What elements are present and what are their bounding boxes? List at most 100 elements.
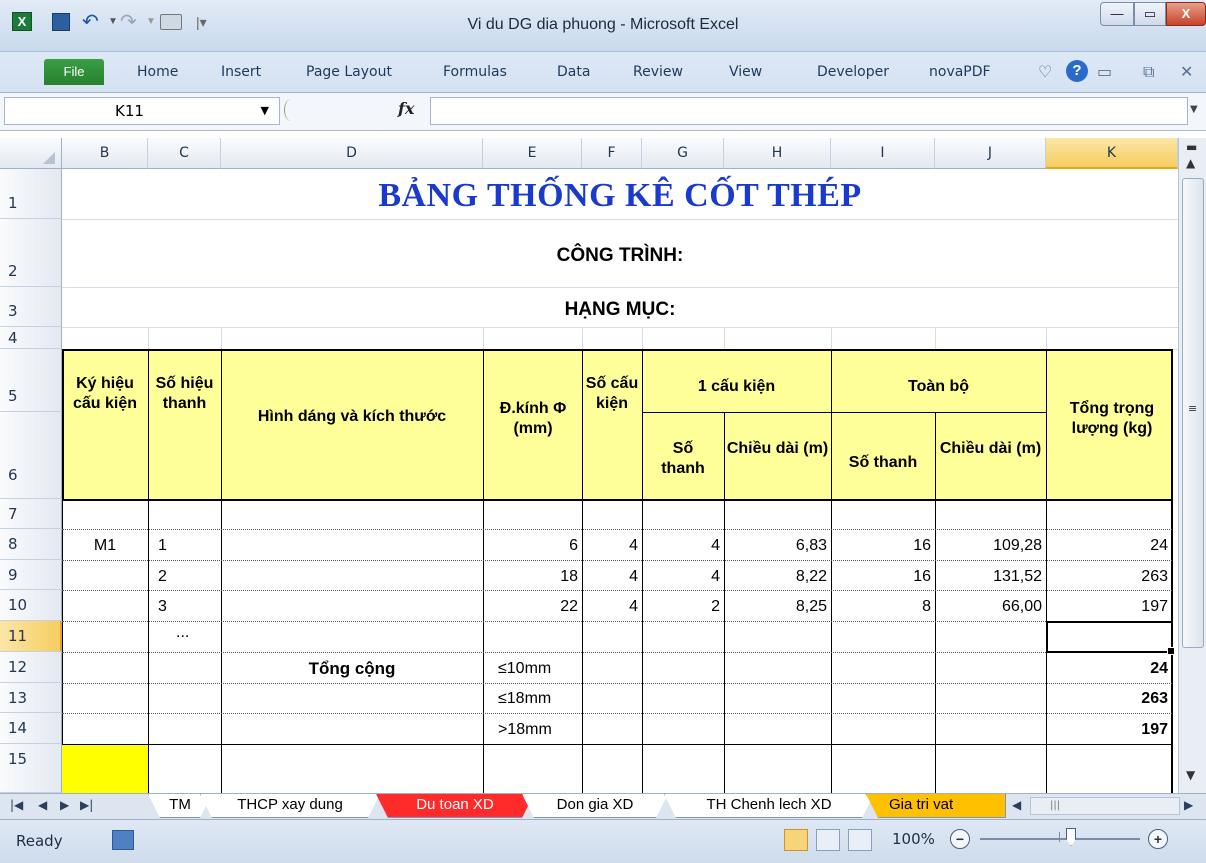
column-header-h[interactable]: H <box>724 138 831 169</box>
tab-insert[interactable]: Insert <box>221 64 261 80</box>
row-header-2[interactable]: 2 <box>0 219 62 287</box>
cell-c11[interactable]: ... <box>176 624 189 642</box>
name-box[interactable]: K11 ▼ <box>4 97 280 125</box>
doc-minimize-icon[interactable]: ▭ <box>1097 62 1112 81</box>
row-header-11[interactable]: 11 <box>0 621 62 652</box>
zoom-slider-track[interactable] <box>980 838 1140 840</box>
tab-view[interactable]: View <box>729 64 762 80</box>
cell-c8[interactable]: 1 <box>158 537 167 555</box>
total-label[interactable]: Tổng cộng <box>221 659 483 679</box>
help-icon[interactable]: ? <box>1066 60 1088 82</box>
column-header-d[interactable]: D <box>221 138 483 169</box>
tab-home[interactable]: Home <box>137 64 178 80</box>
cell-j9[interactable]: 131,52 <box>935 568 1042 586</box>
cell-e8[interactable]: 6 <box>502 537 578 555</box>
tab-review[interactable]: Review <box>633 64 683 80</box>
cell-c10[interactable]: 3 <box>158 598 167 616</box>
sheet-tab-du-toan-xd[interactable]: Du toan XD <box>376 794 534 818</box>
row-header-7[interactable]: 7 <box>0 499 62 529</box>
row-header-13[interactable]: 13 <box>0 683 62 713</box>
first-sheet-icon[interactable]: |◀ <box>10 798 23 812</box>
cell-i9[interactable]: 16 <box>831 568 931 586</box>
close-button[interactable]: X <box>1166 2 1206 26</box>
tab-developer[interactable]: Developer <box>817 64 889 80</box>
column-header-i[interactable]: I <box>831 138 935 169</box>
column-header-c[interactable]: C <box>148 138 221 169</box>
vertical-scrollbar[interactable]: ▬ ▲ ≡ ▼ <box>1178 138 1206 793</box>
cell-b8[interactable]: M1 <box>62 537 148 555</box>
row-header-6[interactable]: 6 <box>0 412 62 499</box>
tab-formulas[interactable]: Formulas <box>443 64 507 80</box>
page-break-view-icon[interactable] <box>848 829 872 851</box>
cell-h10[interactable]: 8,25 <box>724 598 827 616</box>
cell-g8[interactable]: 4 <box>642 537 720 555</box>
row-header-14[interactable]: 14 <box>0 713 62 744</box>
cell-h9[interactable]: 8,22 <box>724 568 827 586</box>
select-all-button[interactable] <box>0 138 62 169</box>
cell-f10[interactable]: 4 <box>582 598 638 616</box>
expand-formula-bar-icon[interactable]: ▼ <box>1190 104 1198 115</box>
next-sheet-icon[interactable]: ▶ <box>60 798 69 812</box>
zoom-out-icon[interactable]: − <box>950 829 970 849</box>
cell-c9[interactable]: 2 <box>158 568 167 586</box>
cell-e10[interactable]: 22 <box>502 598 578 616</box>
row-header-8[interactable]: 8 <box>0 529 62 560</box>
normal-view-icon[interactable] <box>784 829 808 851</box>
column-header-e[interactable]: E <box>483 138 582 169</box>
doc-close-icon[interactable]: ✕ <box>1180 62 1193 81</box>
row-header-1[interactable]: 1 <box>0 169 62 219</box>
zoom-level[interactable]: 100% <box>892 830 935 848</box>
sheet-tab-thcp-xay-dung[interactable]: THCP xay dung <box>200 794 380 818</box>
page-layout-view-icon[interactable] <box>816 829 840 851</box>
cell-g10[interactable]: 2 <box>642 598 720 616</box>
cell-k13[interactable]: 263 <box>1046 690 1168 708</box>
cell-k14[interactable]: 197 <box>1046 721 1168 739</box>
doc-restore-icon[interactable]: ⧉ <box>1143 62 1154 82</box>
cell-j8[interactable]: 109,28 <box>935 537 1042 555</box>
scroll-down-icon[interactable]: ▼ <box>1186 768 1195 782</box>
sheet-tab-th-chenh-lech-xd[interactable]: TH Chenh lech XD <box>664 794 874 818</box>
sheet-tab-don-gia-xd[interactable]: Don gia XD <box>522 794 668 818</box>
cell-area[interactable]: BẢNG THỐNG KÊ CỐT THÉP CÔNG TRÌNH: HẠNG … <box>62 169 1178 793</box>
record-macro-icon[interactable] <box>112 830 134 850</box>
tab-page-layout[interactable]: Page Layout <box>306 64 392 80</box>
cell-h8[interactable]: 6,83 <box>724 537 827 555</box>
cell-f9[interactable]: 4 <box>582 568 638 586</box>
chevron-down-icon[interactable]: ▼ <box>261 104 269 117</box>
cell-k9[interactable]: 263 <box>1046 568 1168 586</box>
minimize-button[interactable]: — <box>1100 2 1134 26</box>
cell-k8[interactable]: 24 <box>1046 537 1168 555</box>
row-header-4[interactable]: 4 <box>0 327 62 349</box>
cell-e14[interactable]: >18mm <box>498 721 552 739</box>
split-handle-icon[interactable]: ▬ <box>1186 140 1197 154</box>
row-header-15[interactable]: 15 <box>0 744 62 793</box>
tab-data[interactable]: Data <box>557 64 590 80</box>
cell-g9[interactable]: 4 <box>642 568 720 586</box>
minimize-ribbon-icon[interactable]: ♡ <box>1038 62 1052 81</box>
last-sheet-icon[interactable]: ▶| <box>80 798 93 812</box>
sheet-tab-gia-tri-vat[interactable]: Gia tri vat <box>866 794 1006 818</box>
tab-split-icon[interactable]: ◀ <box>1012 798 1021 812</box>
selected-cell-k11[interactable] <box>1046 621 1175 655</box>
cell-i10[interactable]: 8 <box>831 598 931 616</box>
tab-file[interactable]: File <box>44 59 104 85</box>
row-header-5[interactable]: 5 <box>0 349 62 412</box>
cell-k10[interactable]: 197 <box>1046 598 1168 616</box>
column-header-f[interactable]: F <box>582 138 642 169</box>
row-header-3[interactable]: 3 <box>0 287 62 327</box>
formula-input[interactable] <box>430 97 1188 125</box>
scroll-right-icon[interactable]: ▶ <box>1184 798 1193 812</box>
cell-f8[interactable]: 4 <box>582 537 638 555</box>
cell-k12[interactable]: 24 <box>1046 660 1168 678</box>
column-header-k[interactable]: K <box>1046 138 1178 169</box>
cell-e13[interactable]: ≤18mm <box>498 690 551 708</box>
column-header-b[interactable]: B <box>62 138 148 169</box>
cell-j10[interactable]: 66,00 <box>935 598 1042 616</box>
tab-novapdf[interactable]: novaPDF <box>929 64 991 80</box>
row-header-9[interactable]: 9 <box>0 560 62 590</box>
cell-e9[interactable]: 18 <box>502 568 578 586</box>
yellow-cell-b15[interactable] <box>62 745 148 793</box>
scroll-up-icon[interactable]: ▲ <box>1186 156 1195 170</box>
cell-e12[interactable]: ≤10mm <box>498 660 551 678</box>
cell-i8[interactable]: 16 <box>831 537 931 555</box>
